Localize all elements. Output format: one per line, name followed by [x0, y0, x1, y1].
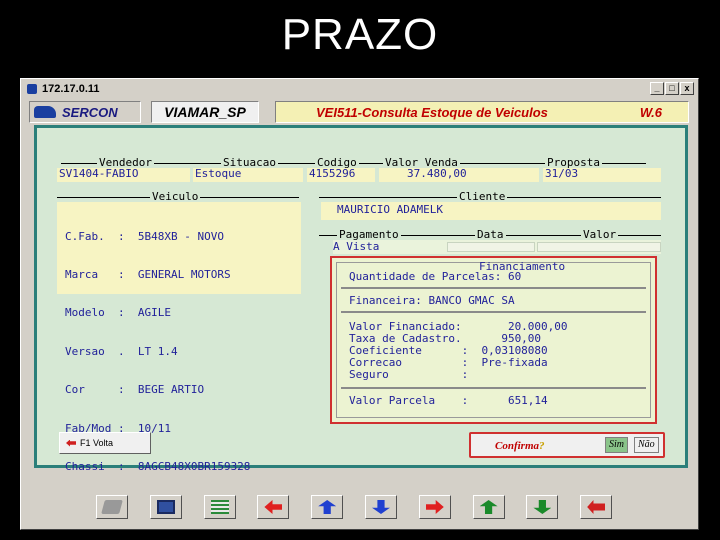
confirm-box: Confirma? Sim Não	[469, 432, 665, 458]
veiculo-row: Modelo : AGILE	[65, 306, 171, 320]
pagamento-data-cell	[447, 242, 535, 252]
valor-label: Valor	[581, 228, 619, 241]
back-arrow-icon	[66, 439, 76, 447]
no-button[interactable]: Não	[634, 437, 659, 453]
prev-button[interactable]	[257, 495, 290, 519]
back-button-label: F1 Volta	[80, 438, 114, 448]
arrow-right-icon	[425, 500, 444, 514]
valor-parcela-row: Valor Parcela : 651,14	[349, 394, 548, 407]
minimize-button[interactable]: _	[650, 82, 664, 95]
veiculo-row: Chassi : 8AGCB48X0BR159328	[65, 459, 251, 473]
upload-button[interactable]	[472, 495, 505, 519]
print-button[interactable]	[96, 495, 128, 519]
exit-button[interactable]	[580, 495, 613, 519]
calculator-icon	[156, 500, 175, 514]
back-button[interactable]: F1 Volta	[59, 432, 151, 454]
situacao-field: Estoque	[193, 168, 303, 182]
parcelas-row: Quantidade de Parcelas: 60	[349, 270, 522, 283]
printer-icon	[101, 500, 123, 514]
question-icon: ?	[539, 440, 545, 452]
slide-title: PRAZO	[281, 10, 439, 59]
veiculo-row: C.Fab. : 5B48XB - NOVO	[65, 229, 224, 243]
exit-icon	[587, 500, 606, 514]
module-title: VEI511-Consulta Estoque de Veiculos W.6	[275, 101, 689, 123]
financeira-row: Financeira: BANCO GMAC SA	[349, 294, 515, 307]
maximize-button[interactable]: □	[665, 82, 679, 95]
confirm-label: Confirma?	[495, 440, 545, 452]
bottom-toolbar	[96, 495, 613, 519]
brand-logo: SERCON	[29, 101, 141, 123]
yes-button[interactable]: Sim	[605, 437, 628, 453]
veiculo-row: Marca : GENERAL MOTORS	[65, 267, 231, 281]
veiculo-label: Veiculo	[150, 190, 201, 203]
car-icon	[34, 106, 56, 118]
financiamento-box: Financiamento Quantidade de Parcelas: 60…	[330, 256, 657, 424]
proposta-field: 31/03	[543, 168, 661, 182]
pagamento-tipo: A Vista	[333, 240, 380, 253]
veiculo-box: C.Fab. : 5B48XB - NOVO Marca : GENERAL M…	[57, 202, 301, 473]
window-titlebar[interactable]: 172.17.0.11 _ □ x	[23, 81, 696, 97]
confirm-text: Confirma	[495, 440, 540, 452]
cliente-field: MAURICIO ADAMELK	[321, 202, 661, 220]
download-button[interactable]	[526, 495, 559, 519]
brand-name: SERCON	[62, 104, 118, 120]
codigo-field: 4155296	[307, 168, 375, 182]
calculator-button[interactable]	[149, 495, 182, 519]
list-icon	[210, 500, 229, 514]
list-button[interactable]	[203, 495, 236, 519]
close-button[interactable]: x	[680, 82, 694, 95]
store-name: VIAMAR_SP	[151, 101, 259, 123]
down-button[interactable]	[364, 495, 397, 519]
next-button[interactable]	[418, 495, 451, 519]
arrow-left-icon	[264, 500, 283, 514]
pagamento-label: Pagamento	[337, 228, 401, 241]
veiculo-row: Cor : BEGE ARTIO	[65, 383, 205, 397]
arrow-up-icon	[318, 500, 337, 514]
cliente-label: Cliente	[457, 190, 508, 203]
seguro-row: Seguro :	[349, 368, 469, 381]
app-icon	[27, 84, 37, 94]
upload-icon	[479, 500, 498, 514]
window-title: 172.17.0.11	[42, 83, 100, 95]
up-button[interactable]	[311, 495, 344, 519]
vendedor-field: SV1404-FABIO	[57, 168, 190, 182]
module-version: W.6	[639, 104, 662, 120]
download-icon	[533, 500, 552, 514]
pagamento-valor-cell	[537, 242, 661, 252]
module-name: VEI511-Consulta Estoque de Veiculos	[316, 104, 548, 120]
arrow-down-icon	[371, 500, 390, 514]
valor-venda-field: 37.480,00	[379, 168, 539, 182]
veiculo-row: Versao . LT 1.4	[65, 344, 178, 358]
main-panel: Vendedor Situacao Codigo Valor Venda Pro…	[34, 125, 688, 473]
data-label: Data	[475, 228, 506, 241]
app-window: 172.17.0.11 _ □ x SERCON VIAMAR_SP VEI51…	[20, 78, 699, 530]
